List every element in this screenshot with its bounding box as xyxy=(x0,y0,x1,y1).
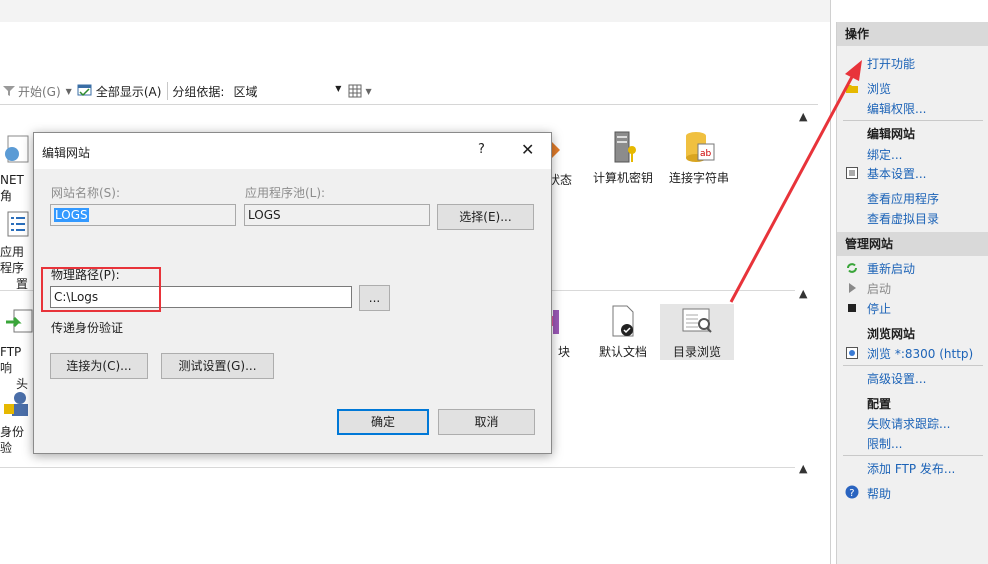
help-icon: ? xyxy=(845,485,859,499)
ftp-icon xyxy=(6,309,33,333)
feature-ftp-response[interactable]: FTP 响 头 xyxy=(0,308,34,392)
edit-site-heading: 编辑网站 xyxy=(867,127,916,141)
feature-app-settings[interactable]: 应用程序 置 xyxy=(0,210,34,292)
edit-permissions-link[interactable]: 编辑权限... xyxy=(867,100,926,117)
limits-link[interactable]: 限制... xyxy=(867,435,902,452)
advanced-settings-link[interactable]: 高级设置... xyxy=(867,370,926,387)
group-by-select[interactable]: 区域 ▼ xyxy=(228,80,345,102)
pass-through-auth-label: 传递身份验证 xyxy=(51,321,124,335)
feature-label: 应用程序 xyxy=(0,245,25,275)
feature-net-role[interactable]: NET 角 xyxy=(0,134,34,204)
feature-authentication[interactable]: 身份验 xyxy=(0,390,34,456)
connect-as-button[interactable]: 连接为(C)... xyxy=(50,353,148,379)
feature-label: FTP 响 xyxy=(0,345,22,375)
app-pool-field: LOGS xyxy=(244,204,430,226)
feature-default-document[interactable]: 默认文档 xyxy=(594,304,652,360)
stop-icon xyxy=(848,304,856,312)
chevron-down-icon: ▼ xyxy=(335,84,342,93)
feature-label: 目录浏览 xyxy=(672,345,721,359)
default-doc-icon xyxy=(612,305,634,337)
view-applications-link[interactable]: 查看应用程序 xyxy=(867,190,939,207)
show-all-icon xyxy=(77,84,92,97)
site-name-label: 网站名称(S): xyxy=(51,186,121,200)
view-mode-button[interactable]: ▼ xyxy=(346,80,376,102)
close-icon[interactable]: ✕ xyxy=(521,140,534,159)
group-by-label: 分组依据: xyxy=(172,84,225,99)
browse-site-heading: 浏览网站 xyxy=(867,327,916,341)
browse-link[interactable]: 浏览 xyxy=(867,80,891,97)
add-ftp-publishing-link[interactable]: 添加 FTP 发布... xyxy=(867,460,955,477)
db-ab-icon: ab xyxy=(686,132,715,162)
key-server-icon xyxy=(614,131,636,163)
browse-folder-icon xyxy=(846,85,858,93)
collapse-group-icon[interactable]: ▲ xyxy=(799,287,807,300)
help-button[interactable]: ? xyxy=(478,142,485,157)
start-filter-label: 开始(G) xyxy=(18,84,61,99)
site-name-value: LOGS xyxy=(54,208,89,222)
svg-text:?: ? xyxy=(849,488,854,499)
ok-button[interactable]: 确定 xyxy=(337,409,429,435)
restart-icon xyxy=(847,263,857,273)
manage-site-heading: 管理网站 xyxy=(837,232,988,256)
group-by-value: 区域 xyxy=(233,84,258,99)
show-all-label: 全部显示(A) xyxy=(95,84,162,99)
collapse-group-icon[interactable]: ▲ xyxy=(799,110,807,123)
filter-toolbar: 开始(G) ▼ 全部显示(A) 分组依据: 区域 ▼ ▼ xyxy=(0,78,818,105)
view-grid-icon xyxy=(348,84,362,98)
app-pool-value: LOGS xyxy=(248,208,281,222)
header-strip xyxy=(0,0,830,22)
feature-label: 计算机密钥 xyxy=(592,171,653,185)
view-virtual-dirs-link[interactable]: 查看虚拟目录 xyxy=(867,210,939,227)
browse-url-link[interactable]: 浏览 *:8300 (http) xyxy=(867,345,973,362)
chevron-down-icon: ▼ xyxy=(365,86,372,96)
site-name-field[interactable]: LOGS xyxy=(50,204,236,226)
show-all-button[interactable]: 全部显示(A) xyxy=(75,80,164,102)
group-divider xyxy=(0,467,795,468)
actions-title: 操作 xyxy=(837,22,988,46)
feature-label: 连接字符串 xyxy=(668,171,729,185)
restart-link[interactable]: 重新启动 xyxy=(867,260,915,277)
feature-connection-strings[interactable]: ab 连接字符串 xyxy=(664,130,734,186)
feature-label: NET 角 xyxy=(0,173,24,203)
toolbar-separator xyxy=(167,82,169,100)
browse-path-button[interactable]: ... xyxy=(359,285,390,311)
start-filter-button[interactable]: 开始(G) xyxy=(0,80,63,102)
dialog-title-bar: 编辑网站 ? ✕ xyxy=(34,133,551,169)
actions-panel: 操作 打开功能 浏览 编辑权限... 编辑网站 绑定... 基本设置... 查看… xyxy=(836,22,988,564)
feature-label: 默认文档 xyxy=(598,345,647,359)
stop-link[interactable]: 停止 xyxy=(867,300,891,317)
actions-divider xyxy=(843,455,983,456)
start-icon xyxy=(849,283,856,293)
basic-settings-link[interactable]: 基本设置... xyxy=(867,165,926,182)
doc-globe-icon xyxy=(5,135,29,163)
help-link[interactable]: 帮助 xyxy=(867,485,891,502)
dialog-title: 编辑网站 xyxy=(42,146,91,160)
settings-doc-icon xyxy=(846,167,858,179)
list-check-icon xyxy=(7,211,29,237)
open-feature-link[interactable]: 打开功能 xyxy=(867,55,915,72)
start-dropdown-arrow[interactable]: ▼ xyxy=(66,87,72,96)
filter-icon xyxy=(3,86,15,96)
app-pool-label: 应用程序池(L): xyxy=(245,186,326,200)
test-settings-button[interactable]: 测试设置(G)... xyxy=(161,353,274,379)
feature-label: 身份验 xyxy=(0,425,25,455)
feature-directory-browsing[interactable]: 目录浏览 xyxy=(660,304,734,360)
svg-text:ab: ab xyxy=(700,149,712,159)
dir-browse-icon xyxy=(682,308,712,333)
failed-request-tracing-link[interactable]: 失败请求跟踪... xyxy=(867,415,950,432)
feature-machine-key[interactable]: 计算机密钥 xyxy=(588,130,658,186)
browser-icon xyxy=(846,347,858,359)
select-app-pool-button[interactable]: 选择(E)... xyxy=(437,204,534,230)
highlight-box xyxy=(41,267,161,312)
user-lock-icon xyxy=(4,392,28,416)
start-link[interactable]: 启动 xyxy=(867,280,891,297)
collapse-group-icon[interactable]: ▲ xyxy=(799,462,807,475)
actions-divider xyxy=(843,120,983,121)
config-heading: 配置 xyxy=(867,397,892,411)
bindings-link[interactable]: 绑定... xyxy=(867,146,902,163)
cancel-button[interactable]: 取消 xyxy=(438,409,535,435)
feature-label: 置 xyxy=(16,277,29,291)
actions-divider xyxy=(843,365,983,366)
